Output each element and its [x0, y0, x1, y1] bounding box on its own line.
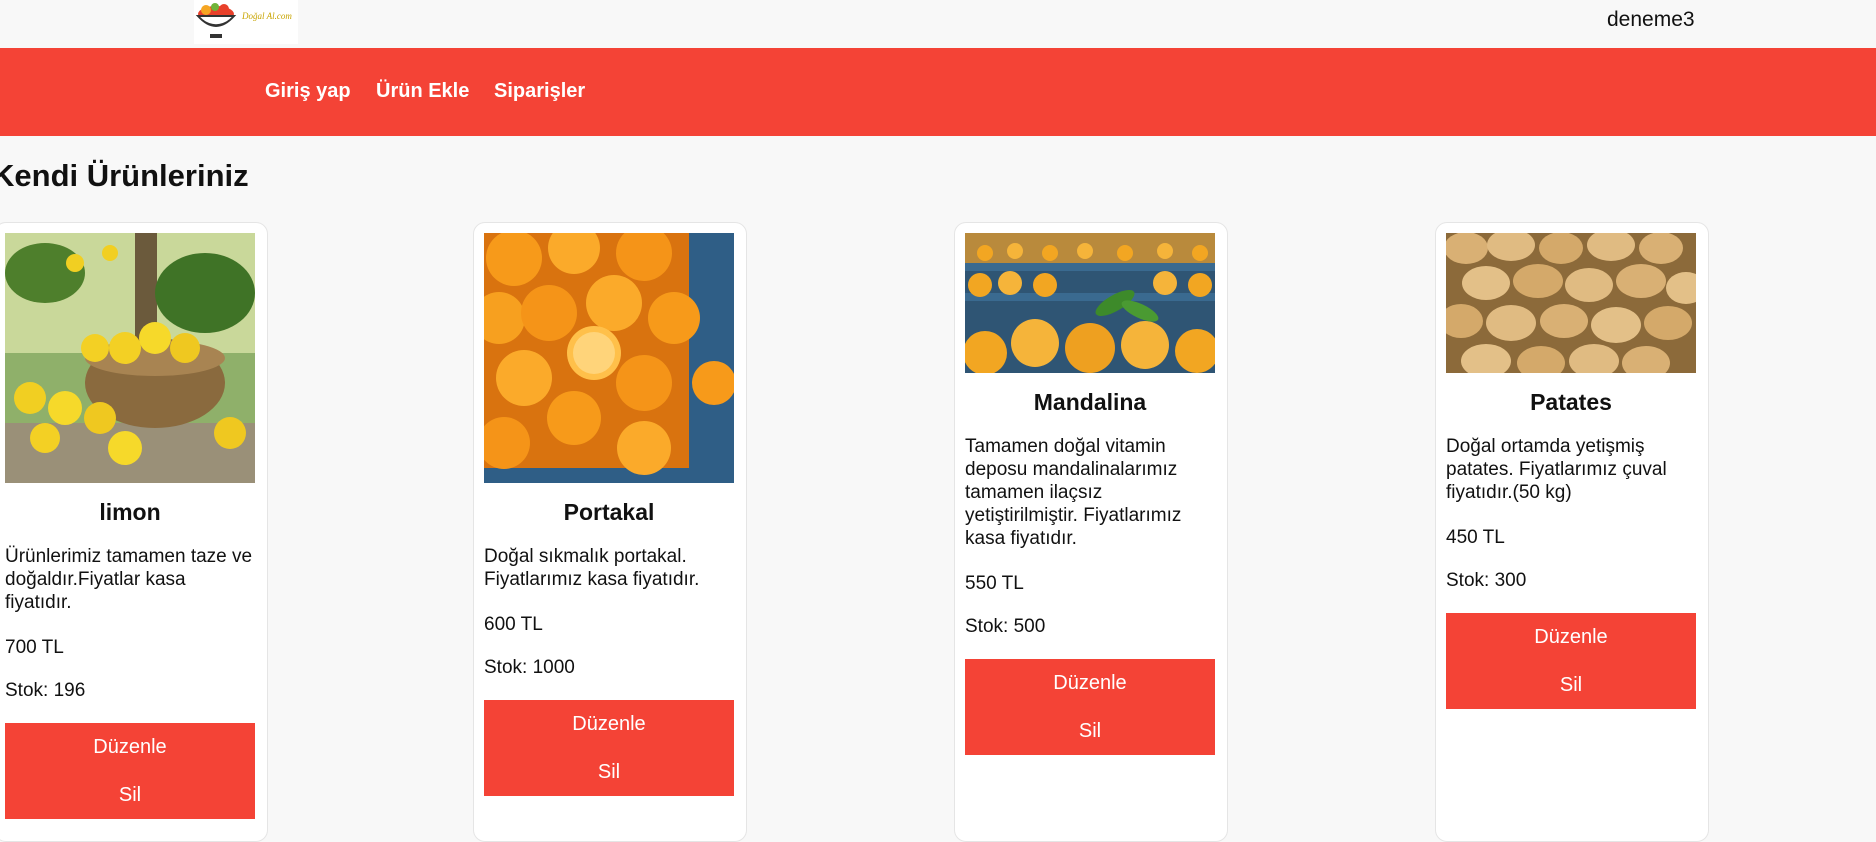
delete-button[interactable]: Sil: [1446, 661, 1696, 709]
username-label[interactable]: deneme3: [1607, 8, 1695, 32]
top-bar: Doğal Al.com deneme3: [0, 0, 1876, 48]
page-title: Kendi Ürünleriniz: [0, 158, 249, 193]
nav-orders-link[interactable]: Siparişler: [494, 80, 585, 103]
product-stock: Stok: 300: [1446, 570, 1527, 591]
product-name: Mandalina: [1033, 389, 1147, 415]
product-description: Tamamen doğal vitamin deposu mandalinala…: [965, 436, 1182, 549]
delete-button[interactable]: Sil: [484, 748, 734, 796]
product-price: 450 TL: [1446, 527, 1505, 548]
product-image-portakal: [484, 233, 734, 483]
product-description: Doğal sıkmalık portakal. Fiyatlarımız ka…: [484, 546, 700, 590]
edit-button[interactable]: Düzenle: [965, 659, 1215, 707]
product-description: Doğal ortamda yetişmiş patates. Fiyatlar…: [1446, 436, 1667, 503]
product-actions: Düzenle Sil: [5, 723, 255, 819]
delete-button[interactable]: Sil: [965, 707, 1215, 755]
product-stock: Stok: 196: [5, 680, 86, 701]
product-name: limon: [99, 499, 161, 525]
edit-button[interactable]: Düzenle: [5, 723, 255, 771]
product-description: Ürünlerimiz tamamen taze ve doğaldır.Fiy…: [5, 546, 253, 613]
svg-text:Doğal Al.com: Doğal Al.com: [241, 11, 292, 21]
product-image-mandalina: [965, 233, 1215, 373]
product-actions: Düzenle Sil: [965, 659, 1215, 755]
product-image-patates: [1446, 233, 1696, 373]
product-stock: Stok: 500: [965, 616, 1046, 637]
product-name: Portakal: [563, 499, 655, 525]
product-actions: Düzenle Sil: [1446, 613, 1696, 709]
product-actions: Düzenle Sil: [484, 700, 734, 796]
delete-button[interactable]: Sil: [5, 771, 255, 819]
product-price: 550 TL: [965, 573, 1024, 594]
product-card-patates: Patates Doğal ortamda yetişmiş patates. …: [1435, 222, 1709, 842]
main-navbar: Giriş yap Ürün Ekle Siparişler: [0, 48, 1876, 136]
product-stock: Stok: 1000: [484, 657, 575, 678]
nav-login-link[interactable]: Giriş yap: [265, 80, 351, 103]
product-image-limon: [5, 233, 255, 483]
site-logo[interactable]: Doğal Al.com: [194, 0, 298, 44]
edit-button[interactable]: Düzenle: [1446, 613, 1696, 661]
product-price: 700 TL: [5, 637, 64, 658]
product-card-limon: limon Ürünlerimiz tamamen taze ve doğald…: [0, 222, 268, 842]
product-price: 600 TL: [484, 614, 543, 635]
nav-add-product-link[interactable]: Ürün Ekle: [376, 80, 469, 103]
product-card-portakal: Portakal Doğal sıkmalık portakal. Fiyatl…: [473, 222, 747, 842]
product-name: Patates: [1530, 389, 1612, 415]
edit-button[interactable]: Düzenle: [484, 700, 734, 748]
product-card-mandalina: Mandalina Tamamen doğal vitamin deposu m…: [954, 222, 1228, 842]
